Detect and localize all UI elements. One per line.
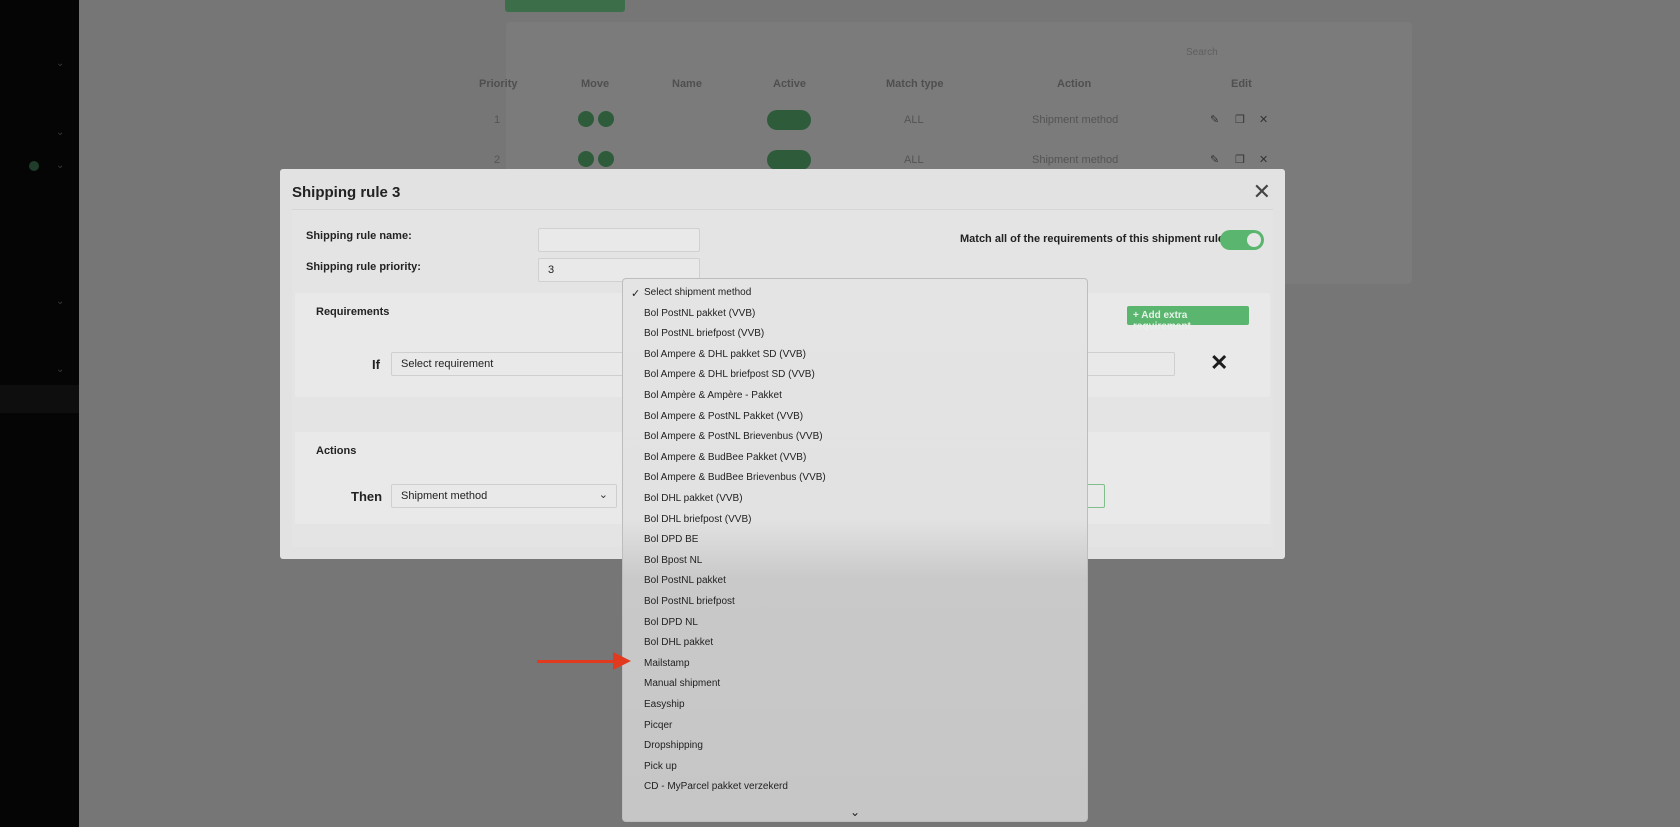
th-priority: Priority [479,78,518,90]
shipment-method-dropdown[interactable]: ✓ ⌄ Select shipment method Bol PostNL pak… [622,278,1088,822]
move-up-icon[interactable] [578,151,594,167]
red-arrow-annotation [537,652,631,670]
dropdown-option[interactable]: Bol DHL pakket [644,637,713,648]
th-edit: Edit [1231,78,1252,90]
dropdown-option[interactable]: Dropshipping [644,740,703,751]
close-icon[interactable]: ✕ [1253,179,1271,205]
delete-icon[interactable]: ✕ [1259,153,1268,166]
table-search-label[interactable]: Search [1186,47,1218,58]
dropdown-option[interactable]: Bol PostNL pakket (VVB) [644,308,755,319]
then-label: Then [351,489,383,504]
modal-title: Shipping rule 3 [292,184,401,201]
dropdown-option[interactable]: Easyship [644,699,685,710]
delete-icon[interactable]: ✕ [1259,113,1268,126]
row-action: Shipment method [1032,154,1119,166]
chevron-down-icon[interactable]: ⌄ [56,58,64,69]
row-action: Shipment method [1032,114,1119,126]
dropdown-option[interactable]: Bol Ampere & PostNL Brievenbus (VVB) [644,431,823,442]
requirement-select[interactable]: Select requirement [391,352,631,376]
dropdown-option[interactable]: Mailstamp [644,658,690,669]
chevron-down-icon: ⌄ [598,489,608,501]
move-down-icon[interactable] [598,151,614,167]
edit-icon[interactable]: ✎ [1210,113,1219,126]
chevron-down-icon[interactable]: ⌄ [56,364,64,375]
rule-priority-label: Shipping rule priority: [306,261,421,273]
dropdown-option[interactable]: Bol Ampere & BudBee Pakket (VVB) [644,452,806,463]
checkmark-icon: ✓ [631,288,641,300]
action-type-select[interactable]: Shipment method ⌄ [391,484,617,508]
move-down-icon[interactable] [598,111,614,127]
dropdown-option[interactable]: Bol Ampere & DHL briefpost SD (VVB) [644,369,815,380]
sidebar: ⌄ ⌄ ⌄ ⌄ ⌄ [0,0,79,827]
th-name: Name [672,78,702,90]
if-label: If [372,357,380,372]
dropdown-option[interactable]: Bol Ampere & DHL pakket SD (VVB) [644,349,806,360]
rule-name-input[interactable] [538,228,700,252]
rule-name-label: Shipping rule name: [306,230,412,242]
row-match-type: ALL [904,114,924,126]
th-action: Action [1057,78,1092,90]
add-shipping-rule-button[interactable] [505,0,625,12]
move-up-icon[interactable] [578,111,594,127]
dropdown-option[interactable]: Select shipment method [644,287,751,298]
active-toggle[interactable] [767,110,811,130]
dropdown-option[interactable]: Bol PostNL pakket [644,575,726,586]
copy-icon[interactable]: ❐ [1235,153,1245,166]
dropdown-option[interactable]: Bol Ampere & BudBee Brievenbus (VVB) [644,472,826,483]
requirements-title: Requirements [316,306,390,318]
dropdown-option[interactable]: Bol Ampere & PostNL Pakket (VVB) [644,411,803,422]
dropdown-option[interactable]: Bol PostNL briefpost [644,596,735,607]
copy-icon[interactable]: ❐ [1235,113,1245,126]
dropdown-option[interactable]: Bol DHL briefpost (VVB) [644,514,751,525]
row-priority: 2 [494,154,501,166]
th-move: Move [581,78,610,90]
toggle-knob [1247,233,1261,247]
action-type-value: Shipment method [401,490,488,502]
row-priority: 1 [494,114,501,126]
sidebar-active-item[interactable] [0,385,79,413]
edit-icon[interactable]: ✎ [1210,153,1219,166]
dropdown-option[interactable]: Bol PostNL briefpost (VVB) [644,328,764,339]
remove-requirement-icon[interactable]: ✕ [1210,350,1228,376]
th-active: Active [773,78,807,90]
add-requirement-button[interactable]: + Add extra requirement [1127,306,1249,332]
dropdown-option[interactable]: Bol DPD NL [644,617,698,628]
match-all-label: Match all of the requirements of this sh… [960,233,1225,245]
requirement-select-value: Select requirement [401,358,494,370]
dropdown-option[interactable]: Bol DHL pakket (VVB) [644,493,743,504]
active-toggle[interactable] [767,150,811,170]
chevron-down-icon[interactable]: ⌄ [56,127,64,138]
dropdown-option[interactable]: CD - MyParcel pakket verzekerd [644,781,788,792]
dropdown-option[interactable]: Bol Ampère & Ampère - Pakket [644,390,782,401]
actions-title: Actions [316,445,357,457]
dropdown-option[interactable]: Picqer [644,720,672,731]
shipment-method-select-edge[interactable] [1085,484,1105,508]
dropdown-option[interactable]: Manual shipment [644,678,720,689]
chevron-down-icon[interactable]: ⌄ [850,805,860,819]
row-match-type: ALL [904,154,924,166]
requirement-value-input[interactable] [1085,352,1175,376]
dropdown-option[interactable]: Bol Bpost NL [644,555,702,566]
th-match-type: Match type [886,78,944,90]
chevron-down-icon[interactable]: ⌄ [56,160,64,171]
chevron-down-icon[interactable]: ⌄ [56,296,64,307]
match-all-toggle[interactable] [1220,230,1264,250]
dropdown-option[interactable]: Pick up [644,761,677,772]
dropdown-option[interactable]: Bol DPD BE [644,534,698,545]
status-dot-icon [29,161,39,171]
